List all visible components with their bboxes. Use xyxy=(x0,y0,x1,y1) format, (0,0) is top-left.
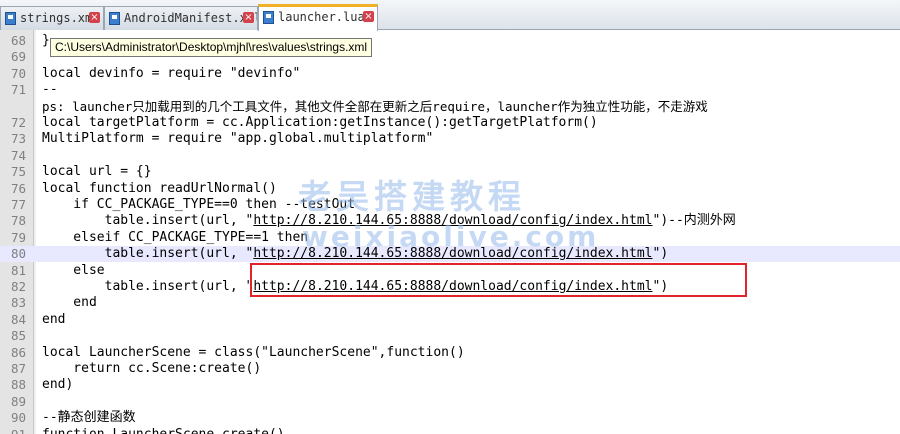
code-line[interactable]: 73 MultiPlatform = require "app.global.mu… xyxy=(0,131,900,147)
code-segment: end xyxy=(42,295,97,311)
line-number: 81 xyxy=(10,262,26,278)
tab-androidmanifest-xml[interactable]: AndroidManifest.xml × xyxy=(104,6,258,30)
code-line[interactable]: 85 xyxy=(0,328,900,344)
code-line[interactable]: 70 local devinfo = require "devinfo" xyxy=(0,66,900,82)
line-number: 79 xyxy=(10,229,26,245)
code-line[interactable]: 84 end xyxy=(0,312,900,328)
code-segment: return cc.Scene:create() xyxy=(42,361,262,376)
code-text: local LauncherScene = class("LauncherSce… xyxy=(42,345,465,361)
code-segment: end) xyxy=(42,377,74,393)
code-segment: ")--内测外网 xyxy=(652,213,736,229)
file-icon xyxy=(5,12,16,25)
code-text: function LauncherScene.create() xyxy=(42,427,285,434)
code-text: } xyxy=(42,33,50,49)
tab-label: AndroidManifest.xml xyxy=(124,11,258,25)
line-number: 83 xyxy=(10,295,26,311)
line-number: 71 xyxy=(10,82,26,98)
line-number: 91 xyxy=(0,427,26,434)
code-segment: elseif CC_PACKAGE_TYPE==1 then xyxy=(42,229,309,245)
file-path-tooltip: C:\Users\Administrator\Desktop\mjhl\res\… xyxy=(50,38,373,57)
line-number: 82 xyxy=(10,279,26,294)
code-line[interactable]: 88 end) xyxy=(0,377,900,393)
code-text: local function readUrlNormal() xyxy=(42,181,277,197)
line-number: 73 xyxy=(10,131,26,147)
line-number: 68 xyxy=(10,33,26,48)
code-segment: local LauncherScene = class("LauncherSce… xyxy=(42,344,465,360)
line-number: 70 xyxy=(10,65,26,81)
tab-strings-xml[interactable]: strings.xml × xyxy=(0,6,104,30)
code-segment: local devinfo = require "devinfo" xyxy=(42,65,301,81)
line-number: 78 xyxy=(10,213,26,229)
code-line[interactable]: 86 local LauncherScene = class("LauncherS… xyxy=(0,345,900,361)
close-icon[interactable]: × xyxy=(243,12,254,23)
code-segment: MultiPlatform = require "app.global.mult… xyxy=(42,131,434,147)
line-number: 74 xyxy=(10,147,26,163)
watermark-url: weixiaolive.com xyxy=(302,220,600,253)
code-text: local devinfo = require "devinfo" xyxy=(42,66,300,82)
tab-bar: strings.xml × AndroidManifest.xml × laun… xyxy=(0,0,900,31)
file-icon xyxy=(263,11,274,24)
line-number: 88 xyxy=(10,377,26,393)
code-line[interactable]: 90 --静态创建函数 xyxy=(0,410,900,426)
code-segment: } xyxy=(42,33,50,48)
code-segment: ") xyxy=(652,246,669,262)
line-number: 77 xyxy=(10,197,26,212)
code-segment: local url = {} xyxy=(42,164,152,180)
line-number: 76 xyxy=(10,180,26,196)
code-line[interactable]: 89 xyxy=(0,394,900,410)
line-number: 89 xyxy=(10,393,26,409)
close-icon[interactable]: × xyxy=(363,11,374,22)
line-number: 84 xyxy=(10,311,26,327)
code-line[interactable]: 74 xyxy=(0,148,900,164)
code-text: ps: launcher只加载用到的几个工具文件，其他文件全部在更新之后requ… xyxy=(42,99,708,115)
code-segment: -- xyxy=(42,82,58,98)
line-number: 80 xyxy=(10,246,26,262)
code-text: local url = {} xyxy=(42,164,152,180)
code-text: end xyxy=(42,312,65,328)
tab-label: launcher.luac xyxy=(278,10,372,24)
code-text: else xyxy=(42,262,105,279)
code-text: -- xyxy=(42,82,58,98)
line-number: 90 xyxy=(10,410,26,426)
line-number: 75 xyxy=(10,164,26,180)
code-text: MultiPlatform = require "app.global.mult… xyxy=(42,131,433,147)
tab-launcher-luac[interactable]: launcher.luac × xyxy=(258,4,378,31)
line-number: 87 xyxy=(10,361,26,376)
code-text: end xyxy=(42,295,97,311)
code-text: return cc.Scene:create() xyxy=(42,361,261,377)
code-line[interactable]: 91 function LauncherScene.create() xyxy=(0,427,900,434)
code-text: end) xyxy=(42,377,73,393)
code-segment: --静态创建函数 xyxy=(42,410,136,426)
code-line[interactable]: 72 local targetPlatform = cc.Application:… xyxy=(0,115,900,131)
code-line[interactable]: 83 end xyxy=(0,295,900,311)
code-segment: local targetPlatform = cc.Application:ge… xyxy=(42,115,598,130)
code-line[interactable]: ps: launcher只加载用到的几个工具文件，其他文件全部在更新之后requ… xyxy=(0,99,900,115)
code-text: local targetPlatform = cc.Application:ge… xyxy=(42,115,598,131)
code-segment: ps: launcher只加载用到的几个工具文件，其他文件全部在更新之后requ… xyxy=(42,98,708,114)
tab-label: strings.xml xyxy=(20,11,100,25)
code-segment: end xyxy=(42,311,66,327)
file-icon xyxy=(109,12,120,25)
watermark-title: 老吴搭建教程 xyxy=(298,177,526,216)
code-line[interactable]: 87 return cc.Scene:create() xyxy=(0,361,900,377)
code-segment: else xyxy=(42,262,105,278)
line-number: 86 xyxy=(10,344,26,360)
code-text: elseif CC_PACKAGE_TYPE==1 then xyxy=(42,230,308,246)
code-segment: table.insert(url, " xyxy=(42,213,254,229)
code-line[interactable]: 71 -- xyxy=(0,82,900,98)
code-segment: function LauncherScene.create() xyxy=(42,427,285,434)
code-segment: local function readUrlNormal() xyxy=(42,180,277,196)
code-text: --静态创建函数 xyxy=(42,410,136,426)
close-icon[interactable]: × xyxy=(89,12,100,23)
line-number: 72 xyxy=(10,115,26,130)
code-segment: table.insert(url, " xyxy=(42,246,254,262)
line-number: 69 xyxy=(10,49,26,65)
highlight-annotation-box xyxy=(250,263,747,297)
line-number: 85 xyxy=(10,328,26,344)
code-segment: table.insert(url, " xyxy=(42,279,254,294)
